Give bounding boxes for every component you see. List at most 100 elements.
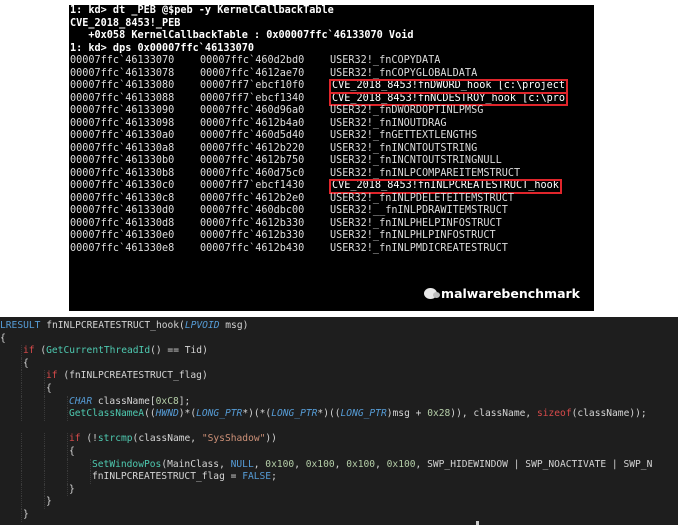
pointer-address: 00007ffc`461330d8 [70, 217, 175, 229]
indent-guide [44, 445, 45, 459]
pointer-value: 00007ffc`4612b2e0 [200, 192, 305, 204]
indent-guide [44, 408, 45, 421]
pointer-value: 00007ff7`ebcf1430 [200, 180, 305, 191]
pointer-row: 00007ffc`461330b0 00007ffc`4612b750 USER32… [69, 155, 594, 168]
code-line: { [0, 382, 678, 396]
cursor-marker [476, 521, 479, 525]
code-token-typei: HWND [155, 408, 179, 420]
code-token-kw: if [46, 370, 58, 382]
code-token-plain: ; [271, 471, 277, 483]
pointer-row: 00007ffc`46133098 00007ffc`4612b4a0 USER32… [69, 118, 594, 131]
pointer-row: 00007ffc`461330c8 00007ffc`4612b2e0 USER32… [69, 193, 594, 206]
pointer-symbol: USER32!_fnINLPHLPINFOSTRUCT [330, 230, 496, 241]
code-token-num: 0x28 [427, 408, 451, 420]
hooked-symbol: CVE_2018_8453!fnDWORD_hook [c:\project [328, 79, 569, 94]
code-editor[interactable]: LRESULT fnINLPCREATESTRUCT_hook(LPVOID m… [0, 317, 678, 525]
pointer-value: 00007ffc`460dbc00 [200, 205, 305, 216]
pointer-row: 00007ffc`461330d0 00007ffc`460dbc00 USER32… [69, 205, 594, 218]
code-token-plain: msg) [219, 320, 249, 331]
code-line-content: { [0, 358, 29, 369]
pointer-address: 00007ffc`46133098 [70, 117, 175, 129]
indent-guide [44, 471, 45, 484]
code-token-plain: , [294, 458, 306, 470]
pointer-value: 00007ffc`4612b4a0 [200, 117, 305, 129]
code-view: LRESULT fnINLPCREATESTRUCT_hook(LPVOID m… [0, 320, 678, 522]
code-line-content: } [0, 484, 75, 495]
pointer-symbol: USER32!__fnINLPDRAWITEMSTRUCT [330, 205, 508, 216]
code-token-plain: fnINLPCREATESTRUCT_flag = [92, 471, 243, 483]
code-line: GetClassNameA((HWND)*(LONG_PTR*)(*(LONG_… [0, 408, 678, 421]
pointer-row: 00007ffc`461330a8 00007ffc`4612b220 USER32… [69, 143, 594, 156]
code-line-content: GetClassNameA((HWND)*(LONG_PTR*)(*(LONG_… [0, 408, 647, 419]
pointer-row: 00007ffc`461330a0 00007ffc`460d5d40 USER32… [69, 130, 594, 143]
indent-guide [21, 496, 22, 509]
hooked-symbol: CVE_2018_8453!fnINLPCREATESTRUCT_hook [329, 179, 562, 194]
pointer-symbol: USER32!_fnCOPYGLOBALDATA [330, 67, 478, 79]
code-token-type: FALSE [242, 471, 272, 483]
code-token-num: 0xC8 [155, 395, 179, 407]
debugger-line: 1: kd> dps 0x00007ffc`46133070 [70, 42, 255, 54]
pointer-value: 00007ffc`4612ae70 [200, 67, 305, 79]
pointer-value: 00007ffc`4612b430 [200, 242, 305, 254]
indent-guide [67, 483, 68, 497]
pointer-row: 00007ffc`46133070 00007ffc`460d2bd0 USER32… [69, 55, 594, 68]
indent-guide [67, 395, 68, 409]
code-token-plain: )*( [178, 408, 197, 420]
pointer-address: 00007ffc`461330b0 [70, 155, 175, 166]
pointer-symbol: USER32!_fnINLPCOMPAREITEMSTRUCT [330, 167, 521, 179]
code-token-plain: className[ [92, 395, 156, 407]
indent-guide [67, 458, 68, 472]
code-token-plain: ( [34, 345, 47, 357]
indent-guide [67, 471, 68, 484]
code-token-call: GetCurrentThreadId [46, 345, 151, 357]
code-token-plain: (fnINLPCREATESTRUCT_flag) [57, 370, 208, 382]
indent-guide [21, 395, 22, 409]
pointer-address: 00007ffc`461330e8 [70, 242, 175, 254]
code-token-plain: } [69, 483, 75, 495]
pointer-row: 00007ffc`461330c0 00007ff7`ebcf1430 CVE_20… [69, 179, 594, 194]
code-token-plain: *)(*( [242, 408, 272, 420]
pointer-row: 00007ffc`461330e8 00007ffc`4612b430 USER32… [69, 243, 594, 256]
code-token-num: 0x100 [346, 458, 376, 470]
code-token-plain: , SWP_HIDEWINDOW | SWP_NOACTIVATE | SWP_… [415, 458, 653, 470]
indent-guide [67, 408, 68, 421]
pointer-address: 00007ffc`461330b8 [70, 167, 175, 179]
pointer-value: 00007ffc`460d5d40 [200, 130, 305, 141]
code-token-call: strcmp [97, 433, 133, 445]
pointer-address: 00007ffc`461330a0 [70, 130, 175, 141]
indent-guide [21, 458, 22, 472]
indent-guide [21, 433, 22, 446]
indent-guide [21, 370, 22, 383]
indent-guide [21, 471, 22, 484]
code-token-plain: } [23, 508, 29, 520]
code-token-call: SetWindowPos [92, 458, 162, 470]
indent-guide [44, 395, 45, 409]
watermark-text: malwarebenchmark [441, 286, 580, 301]
pointer-row: 00007ffc`461330e0 00007ffc`4612b330 USER32… [69, 230, 594, 243]
pointer-value: 00007ffc`460d96a0 [200, 105, 305, 116]
code-token-type: NULL [230, 458, 254, 470]
code-token-plain: { [0, 332, 6, 344]
code-line-content: LRESULT fnINLPCREATESTRUCT_hook(LPVOID m… [0, 320, 248, 331]
code-token-plain: )), className, [450, 408, 537, 420]
pointer-address: 00007ffc`46133078 [70, 67, 175, 79]
indent-guide [21, 345, 22, 358]
code-line-content: } [0, 509, 29, 520]
code-line-content: if (!strcmp(className, "SysShadow")) [0, 433, 277, 444]
code-line: if (fnINLPCREATESTRUCT_flag) [0, 370, 678, 383]
pointer-row: 00007ffc`46133090 00007ffc`460d96a0 USER32… [69, 105, 594, 118]
code-token-plain: , [253, 458, 266, 470]
pointer-symbol: USER32!_fnINLPDELETEITEMSTRUCT [330, 192, 515, 204]
code-line-content: { [0, 333, 6, 344]
code-token-plain: (className, [132, 433, 202, 445]
pointer-symbol: USER32!_fnDWORDOPTINLPMSG [330, 105, 484, 116]
pointer-value: 00007ffc`4612b220 [200, 142, 305, 154]
pointer-value: 00007ffc`4612b750 [200, 155, 305, 166]
indent-guide [44, 458, 45, 472]
code-token-kw: if [69, 433, 81, 445]
pointer-address: 00007ffc`461330a8 [70, 142, 175, 154]
code-token-plain: { [23, 357, 29, 369]
pointer-symbol: USER32!_fnINLPHELPINFOSTRUCT [330, 217, 502, 229]
pointer-value: 00007ff7`ebcf10f0 [200, 80, 305, 91]
hooked-symbol: CVE_2018_8453!fnNCDESTROY_hook [c:\pro [328, 91, 569, 106]
